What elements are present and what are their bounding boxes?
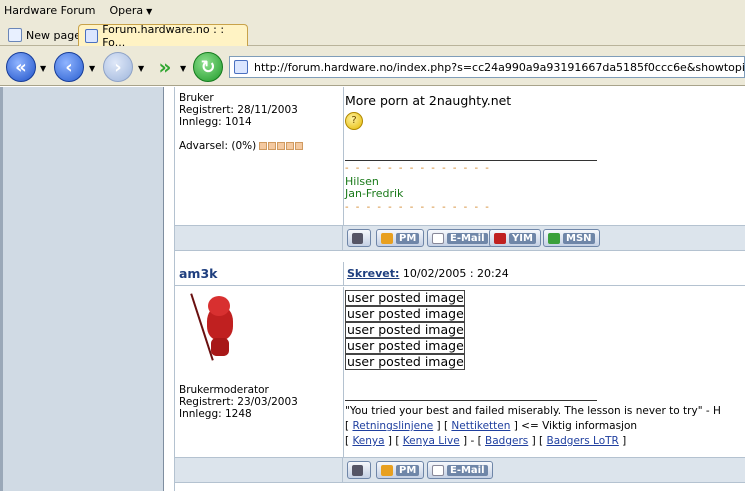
signature-divider [345,400,597,401]
page-content: Bruker Registrert: 28/11/2003 Innlegg: 1… [0,87,745,491]
rewind-dropdown-icon[interactable]: ▼ [40,64,46,73]
link-kenya[interactable]: Kenya [352,435,384,447]
back-dropdown-icon[interactable]: ▼ [89,64,95,73]
author-post-count: Innlegg: 1248 [179,408,252,420]
back-button[interactable]: ‹ [54,52,84,82]
rewind-button[interactable]: « [6,52,36,82]
signature-dashes: - - - - - - - - - - - - - - [345,202,491,213]
address-url: http://forum.hardware.no/index.php?s=cc2… [254,60,745,74]
written-label[interactable]: Skrevet: [347,267,399,280]
pm-label: PM [396,464,420,476]
pm-label: PM [396,232,420,244]
envelope-icon [432,464,444,476]
author-registered: Registrert: 28/11/2003 [179,104,298,116]
yim-button[interactable]: YIM [489,229,541,247]
signature-line: Hilsen [345,175,379,188]
forum-thread: Bruker Registrert: 28/11/2003 Innlegg: 1… [174,87,745,491]
link-kenya-live[interactable]: Kenya Live [403,435,460,447]
page-icon [234,60,248,74]
post-action-bar: PM E-Mail YIM MSN [175,225,745,251]
left-sidebar [0,87,164,491]
address-field[interactable]: http://forum.hardware.no/index.php?s=cc2… [229,56,745,78]
author-role: Bruker [179,92,214,104]
posted-image-placeholder[interactable]: user posted image [345,338,465,354]
author-role: Brukermoderator [179,384,269,396]
forward-dropdown-icon[interactable]: ▼ [138,64,144,73]
tab-bar: New page Forum.hardware.no : : Fo... [0,20,745,49]
menu-opera-label: Opera [109,3,144,17]
author-registered: Registrert: 23/03/2003 [179,396,298,408]
link-badgers-lotr[interactable]: Badgers LoTR [546,435,618,447]
posted-image-placeholder[interactable]: user posted image [345,290,465,306]
email-label: E-Mail [447,464,488,476]
email-button[interactable]: E-Mail [427,461,493,479]
chevron-down-icon: ▼ [146,6,153,16]
envelope-icon [432,232,444,244]
warning-level: Advarsel: (0%) [179,140,343,152]
fast-forward-button[interactable]: » [150,52,180,82]
link-nettiketten[interactable]: Nettiketten [451,420,510,432]
signature-dashes: - - - - - - - - - - - - - - [345,163,491,174]
post-text: More porn at 2naughty.net [345,93,512,108]
page-icon [8,28,22,42]
link-badgers[interactable]: Badgers [485,435,528,447]
warning-label: Advarsel: (0%) [179,140,257,152]
link-retningslinjene[interactable]: Retningslinjene [352,420,433,432]
posted-image-placeholder[interactable]: user posted image [345,322,465,338]
post-action-bar: PM E-Mail [175,457,745,483]
profile-button[interactable] [347,229,371,247]
reload-button[interactable]: ↻ [193,52,223,82]
fast-forward-dropdown-icon[interactable]: ▼ [180,64,186,73]
post-body: More porn at 2naughty.net ? - - - - - - … [345,93,745,215]
post-author-name[interactable]: am3k [179,266,217,281]
tab-label: New page [26,28,81,42]
signature-divider [345,160,597,161]
forward-button[interactable]: › [103,52,133,82]
post-body: user posted image user posted image user… [345,290,745,447]
post-author-info: Brukermoderator Registrert: 23/03/2003 I… [179,292,343,420]
links-note: ] <= Viktig informasjon [513,420,638,432]
post-timestamp: Skrevet: 10/02/2005 : 20:24 [347,267,509,280]
post-header: am3k Skrevet: 10/02/2005 : 20:24 [175,262,745,286]
signature-links-row2: [ Kenya ] [ Kenya Live ] - [ Badgers ] [… [345,435,627,447]
tab-new-page[interactable]: New page [2,24,87,46]
msn-icon [548,232,560,244]
profile-button[interactable] [347,461,371,479]
tab-label: Forum.hardware.no : : Fo... [102,22,225,49]
written-value: 10/02/2005 : 20:24 [402,267,509,280]
menu-hardware-forum[interactable]: Hardware Forum [0,4,99,17]
menu-bar: Hardware Forum Opera ▼ [0,0,745,20]
posted-image-placeholder[interactable]: user posted image [345,354,465,370]
posted-image-placeholder[interactable]: user posted image [345,306,465,322]
menu-opera[interactable]: Opera ▼ [105,4,156,17]
author-post-count: Innlegg: 1014 [179,116,252,128]
post-author-info: Bruker Registrert: 28/11/2003 Innlegg: 1… [179,92,343,152]
users-icon [381,232,393,244]
profile-icon [352,464,363,476]
confused-smiley-icon: ? [345,112,363,130]
tab-forum[interactable]: Forum.hardware.no : : Fo... [78,22,248,49]
yahoo-icon [494,232,506,244]
yim-label: YIM [509,232,536,244]
signature-links-row1: [ Retningslinjene ] [ Nettiketten ] <= V… [345,420,638,432]
navigation-toolbar: « ▼ ‹ ▼ › ▼ » ▼ ↻ http://forum.hardware.… [0,46,745,86]
signature-quote: "You tried your best and failed miserabl… [345,405,721,417]
users-icon [381,464,393,476]
profile-icon [352,232,363,244]
email-button[interactable]: E-Mail [427,229,493,247]
devil-avatar [190,292,247,364]
msn-label: MSN [563,232,595,244]
warning-boxes [259,142,304,150]
pm-button[interactable]: PM [376,229,425,247]
signature-line: Jan-Fredrik [345,187,404,200]
page-icon [85,28,99,43]
pm-button[interactable]: PM [376,461,425,479]
msn-button[interactable]: MSN [543,229,600,247]
email-label: E-Mail [447,232,488,244]
